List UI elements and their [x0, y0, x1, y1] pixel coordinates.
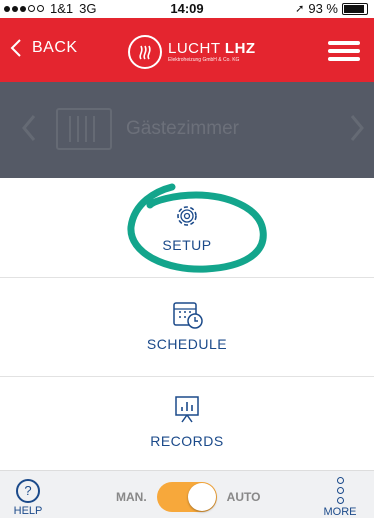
heat-logo-icon — [128, 35, 162, 69]
bottom-bar: ? HELP MAN. AUTO MORE — [0, 470, 374, 518]
help-button[interactable]: ? HELP — [10, 479, 46, 517]
status-right: ➚ 93 % — [295, 1, 368, 16]
gear-icon — [177, 206, 197, 226]
logo-name: LUCHT — [168, 40, 221, 57]
location-arrow-icon: ➚ — [295, 3, 305, 15]
help-icon: ? — [16, 479, 40, 503]
chevron-right-icon[interactable] — [350, 114, 364, 142]
logo-subtitle: Elektroheizung GmbH & Co. KG — [168, 57, 240, 63]
more-dots-icon — [320, 477, 360, 504]
toggle-knob — [187, 483, 216, 511]
battery-percent: 93 % — [308, 1, 338, 16]
back-label: BACK — [32, 39, 78, 56]
radiator-icon — [56, 108, 112, 150]
mode-switch: MAN. AUTO — [116, 482, 260, 512]
help-label: HELP — [13, 505, 43, 517]
hamburger-menu-icon[interactable] — [328, 41, 360, 61]
battery-icon — [342, 2, 368, 15]
logo: LUCHT LHZ Elektroheizung GmbH & Co. KG — [128, 35, 256, 69]
calendar-clock-icon — [173, 302, 203, 329]
schedule-label: SCHEDULE — [146, 336, 228, 352]
status-bar: 1&1 3G 14:09 ➚ 93 % — [0, 0, 374, 18]
setup-label: SETUP — [162, 237, 212, 253]
schedule-item[interactable]: SCHEDULE — [0, 278, 374, 376]
records-item[interactable]: RECORDS — [0, 377, 374, 469]
more-label: MORE — [323, 506, 357, 518]
chevron-left-icon — [10, 39, 21, 57]
mode-toggle[interactable] — [156, 482, 217, 512]
more-button[interactable]: MORE — [320, 477, 360, 518]
records-label: RECORDS — [150, 433, 224, 449]
mode-auto-label: AUTO — [226, 490, 261, 504]
mode-man-label: MAN. — [116, 490, 147, 504]
header-bar: BACK LUCHT LHZ Elektroheizung GmbH & Co.… — [0, 18, 374, 82]
chart-board-icon — [175, 396, 199, 423]
chevron-left-icon[interactable] — [22, 114, 36, 142]
back-button[interactable]: BACK — [10, 38, 78, 58]
room-name: Gästezimmer — [126, 118, 239, 139]
setup-item[interactable]: SETUP — [0, 179, 374, 277]
room-selector: Gästezimmer — [0, 82, 374, 178]
logo-brand: LHZ — [224, 40, 256, 57]
